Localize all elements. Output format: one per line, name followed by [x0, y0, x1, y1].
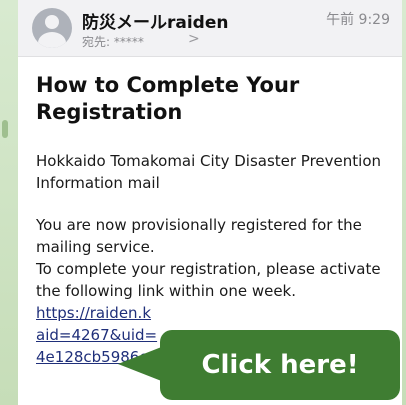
chevron-right-icon[interactable]: >	[188, 31, 200, 47]
email-subject: How to Complete Your Registration	[36, 73, 300, 124]
activation-link-line1[interactable]: https://raiden.k	[36, 302, 396, 324]
body-text-provisional: You are now provisionally registered for…	[36, 216, 362, 256]
avatar	[32, 8, 72, 48]
avatar-head-icon	[45, 15, 59, 29]
avatar-body-icon	[38, 32, 66, 48]
body-paragraph-intro: Hokkaido Tomakomai City Disaster Prevent…	[36, 152, 381, 192]
email-header: 防災メールraiden 午前 9:29 宛先: ***** >	[18, 0, 402, 57]
side-marker	[2, 120, 8, 138]
email-time: 午前 9:29	[326, 12, 390, 28]
sender-name[interactable]: 防災メールraiden	[82, 8, 228, 33]
click-here-callout: Click here!	[160, 330, 400, 400]
body-text-instructions: To complete your registration, please ac…	[36, 260, 381, 300]
callout-pointer	[118, 346, 164, 382]
recipient-field[interactable]: 宛先: *****	[82, 33, 144, 50]
